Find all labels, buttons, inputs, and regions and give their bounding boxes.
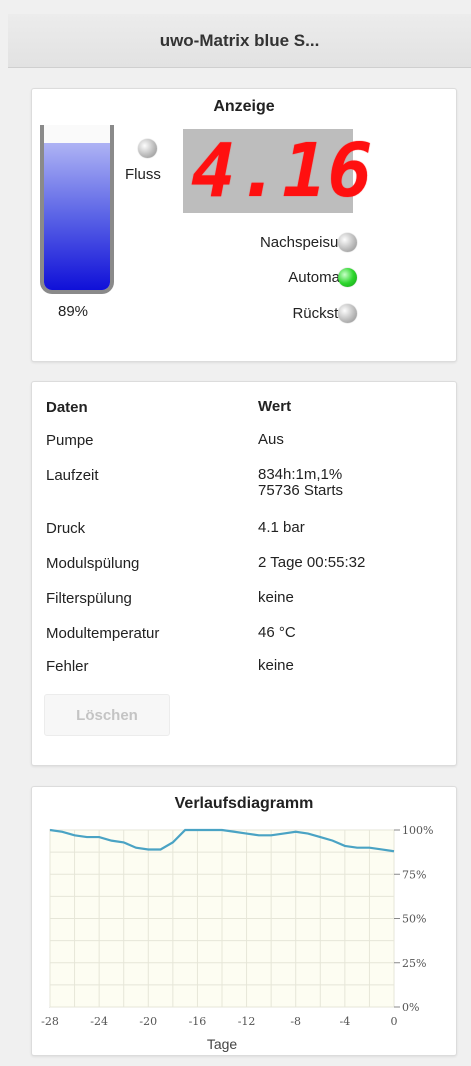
anzeige-panel: Anzeige 89% Fluss 4.16 Nachspeisung Auto… [31, 88, 457, 362]
daten-panel: Daten Wert Pumpe Aus Laufzeit 834h:1m,1%… [31, 381, 457, 766]
data-key: Modultemperatur [46, 625, 160, 642]
history-chart: 0% 25% 50% 75% 100% -28 -24 -20 -16 -12 -8 -4 0 Tage [41, 824, 433, 1052]
x-axis-title: Tage [207, 1036, 238, 1052]
data-value-multiline: 834h:1m,1% 75736 Starts [258, 467, 343, 499]
y-tick-label: 0% [402, 1001, 419, 1014]
y-tick-label: 100% [402, 824, 433, 837]
seven-segment-display: 4.16 [183, 128, 374, 214]
data-value: 2 Tage 00:55:32 [258, 554, 366, 571]
header-title: uwo-Matrix blue S... [159, 30, 320, 50]
daten-header-value: Wert [258, 398, 292, 415]
data-key: Fehler [46, 658, 89, 675]
y-tick-label: 25% [402, 957, 426, 970]
anzeige-title: Anzeige [213, 98, 275, 115]
data-key: Laufzeit [46, 467, 99, 484]
tank-level-fill [44, 143, 110, 290]
x-tick-label: -16 [189, 1015, 207, 1028]
tank-level-gauge [40, 125, 114, 294]
x-tick-label: -12 [238, 1015, 256, 1028]
data-key: Druck [46, 520, 86, 537]
x-tick-label: -24 [90, 1015, 108, 1028]
x-tick-label: -28 [41, 1015, 59, 1028]
x-tick-label: 0 [391, 1015, 398, 1028]
data-key: Filterspülung [46, 590, 132, 607]
display-value: 4.16 [191, 128, 374, 214]
data-key: Pumpe [46, 432, 94, 449]
data-value-secondary: 75736 Starts [258, 482, 344, 499]
data-value: keine [258, 657, 294, 674]
fluss-led-icon [138, 139, 157, 158]
chart-panel: Verlaufsdiagramm 0% 25% 50% 75% 100% -28 -24 -2… [31, 786, 457, 1056]
y-tick-label: 50% [402, 913, 426, 926]
rueckstau-led-icon [338, 304, 357, 323]
y-tick-label: 75% [402, 868, 426, 881]
nachspeisung-led-icon [338, 233, 357, 252]
x-tick-label: -4 [339, 1015, 350, 1028]
data-value: Aus [258, 431, 284, 448]
x-tick-label: -8 [290, 1015, 301, 1028]
automatik-led-icon [338, 268, 357, 287]
data-value: 834h:1m,1% [258, 466, 343, 483]
x-tick-label: -20 [139, 1015, 157, 1028]
fluss-label: Fluss [125, 166, 161, 183]
clear-errors-button[interactable]: Löschen [44, 694, 170, 736]
daten-header-key: Daten [46, 399, 88, 416]
data-value: 46 °C [258, 624, 296, 641]
data-value: keine [258, 589, 294, 606]
data-key: Modulspülung [46, 555, 140, 572]
app-header: uwo-Matrix blue S... [8, 14, 471, 68]
tank-level-percent: 89% [58, 303, 89, 320]
data-value: 4.1 bar [258, 519, 305, 536]
